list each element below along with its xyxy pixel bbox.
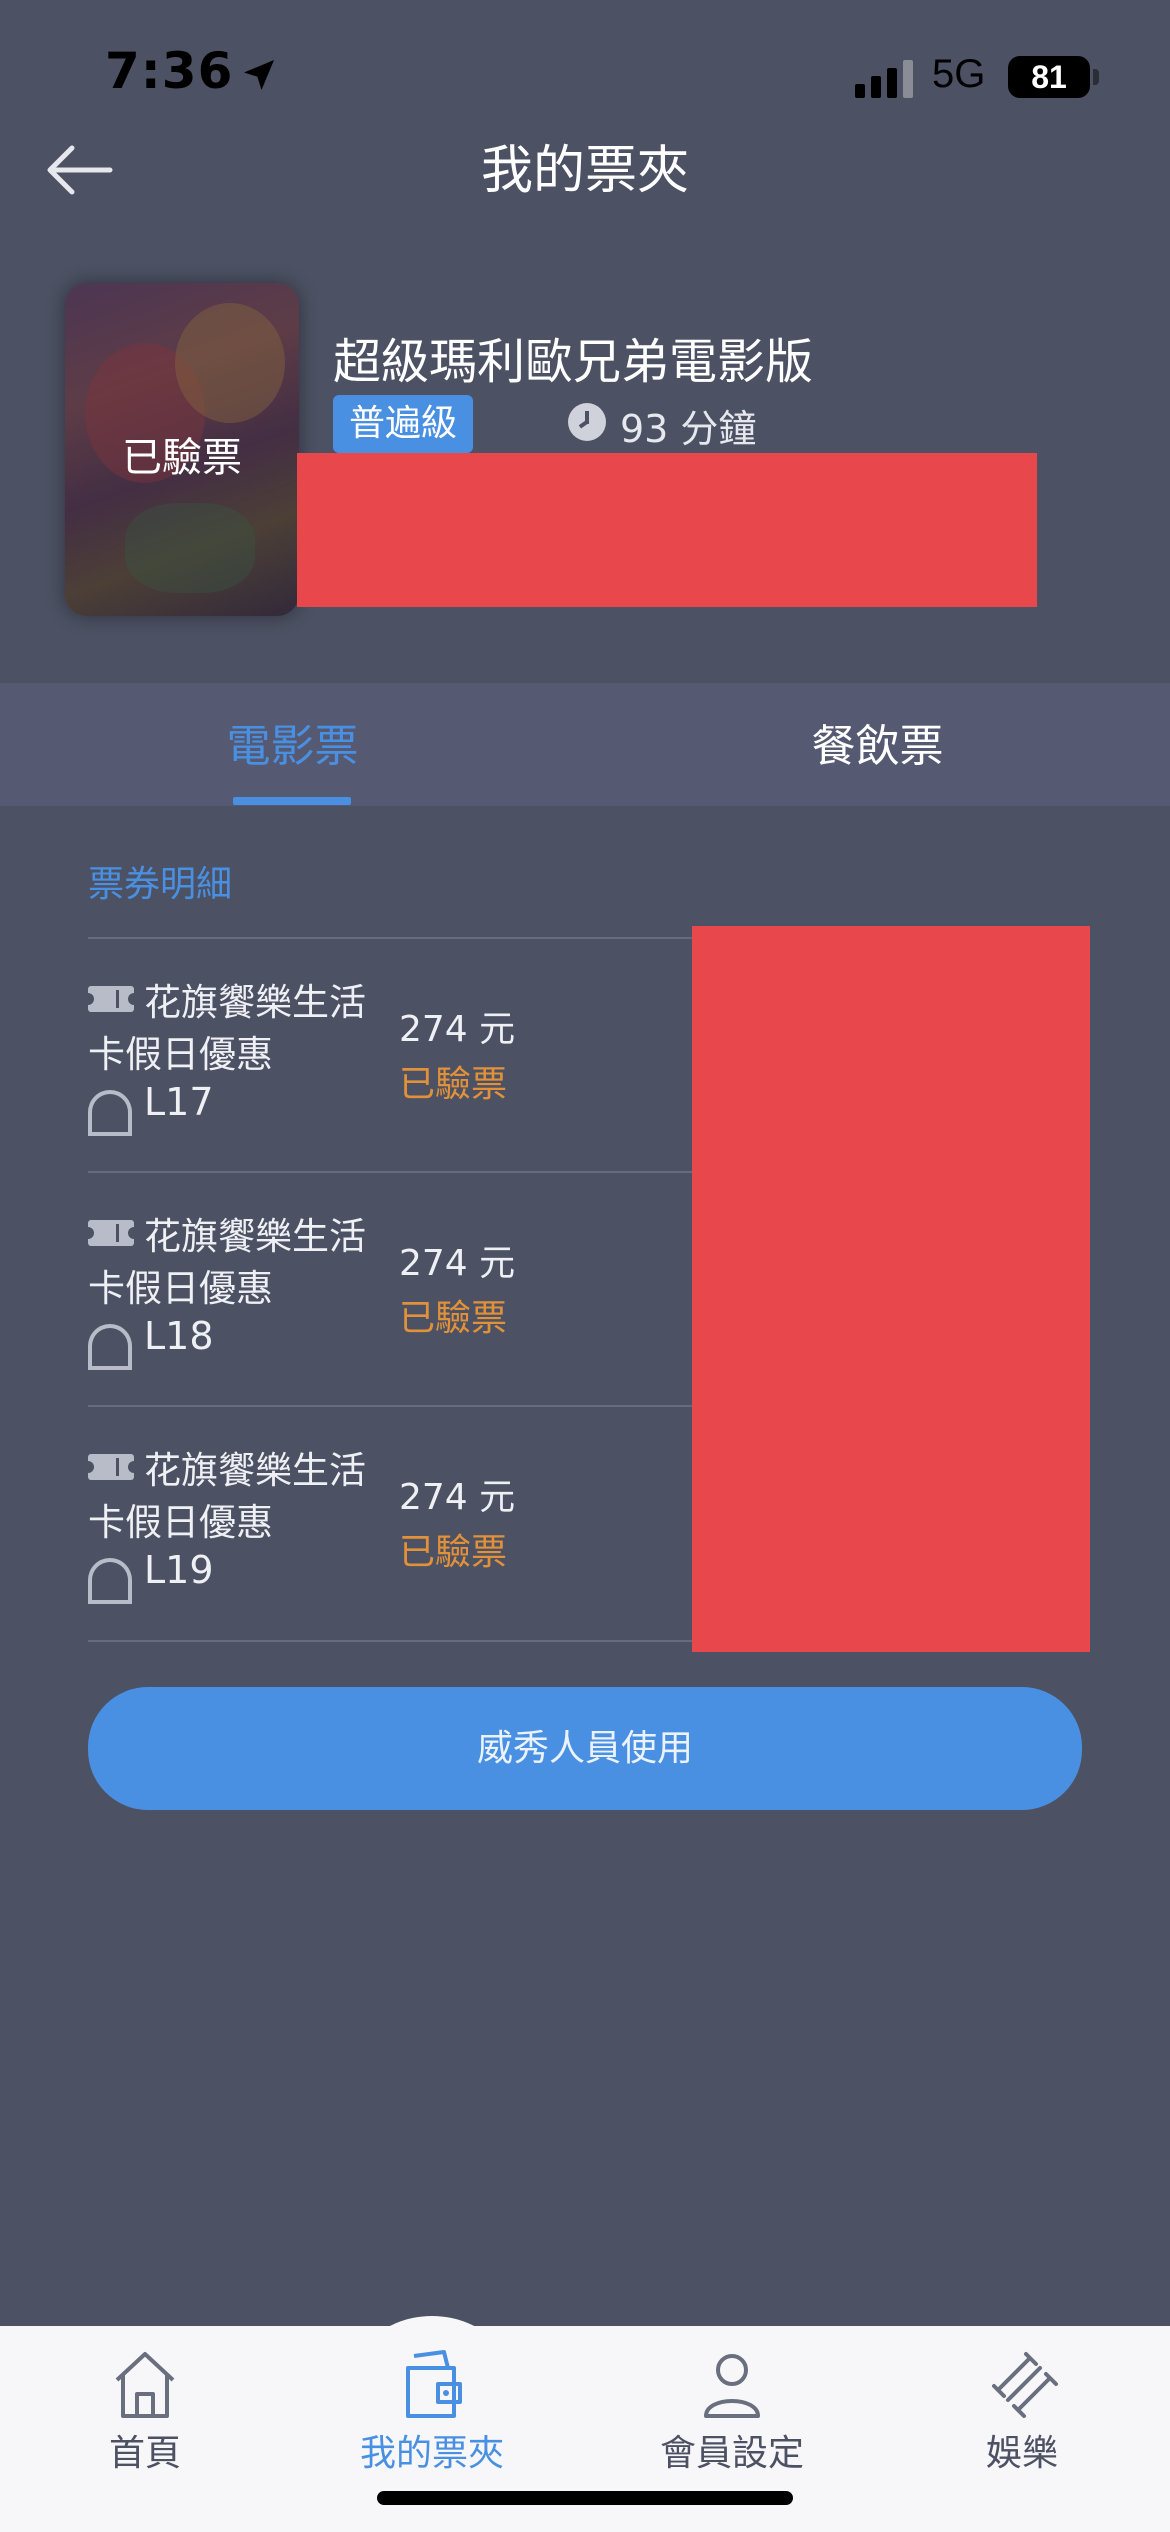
seat-number: L19 [144,1548,214,1592]
signal-icon [855,58,917,98]
seat-icon [88,1324,132,1370]
divider [88,1640,693,1642]
location-arrow-icon [244,59,275,90]
ticket-row[interactable]: 花旗饗樂生活 卡假日優惠 L19 274 元 已驗票 [82,1408,693,1640]
tab-bar: 電影票 餐飲票 [0,683,1170,806]
divider [88,1405,693,1407]
staff-use-button[interactable]: 威秀人員使用 [88,1687,1082,1810]
nav-member-settings[interactable]: 會員設定 [632,2326,832,2476]
home-icon [115,2352,175,2418]
ticket-name-line1: 花旗饗樂生活 [144,1449,366,1492]
active-tab-indicator [233,797,351,805]
redaction-block [692,926,1090,1652]
ticket-status: 已驗票 [399,1532,508,1573]
ticket-status: 已驗票 [399,1298,508,1339]
battery-icon: 81 [1008,56,1090,98]
seat-number: L18 [144,1314,214,1358]
ticket-price: 274 元 [399,1477,516,1518]
section-title: 票券明細 [88,864,233,905]
divider [88,1171,693,1173]
status-time: 7:36 [105,42,279,100]
battery-tip [1093,69,1099,85]
nav-entertainment[interactable]: 娛樂 [922,2326,1122,2476]
rating-badge: 普遍級 [333,395,474,453]
clock-icon [568,403,606,441]
tab-food-tickets[interactable]: 餐飲票 [585,683,1170,806]
wallet-icon [406,2350,462,2418]
nav-label: 我的票夾 [359,2433,504,2474]
ticket-status: 已驗票 [399,1064,508,1105]
network-label: 5G [932,52,986,96]
ticket-icon [82,1454,140,1480]
ticket-name-line2: 卡假日優惠 [88,1501,273,1544]
ticket-name-line1: 花旗饗樂生活 [144,1215,366,1258]
ticket-name-line2: 卡假日優惠 [88,1267,273,1310]
ticket-icon [82,986,140,1012]
page-title: 我的票夾 [480,141,689,201]
divider [88,937,693,939]
movie-title: 超級瑪利歐兄弟電影版 [333,334,814,390]
redaction-block [297,453,1037,607]
poster-status-label: 已驗票 [122,435,242,481]
ticket-name-line1: 花旗饗樂生活 [144,981,366,1024]
nav-label: 娛樂 [985,2433,1058,2474]
ticket-icon [82,1220,140,1246]
seat-number: L17 [144,1080,214,1124]
ticket-name-line2: 卡假日優惠 [88,1033,273,1076]
nav-label: 首頁 [108,2433,181,2474]
ticket-row[interactable]: 花旗饗樂生活 卡假日優惠 L18 274 元 已驗票 [82,1174,693,1406]
user-icon [704,2354,760,2418]
ticket-price: 274 元 [399,1243,516,1284]
nav-home[interactable]: 首頁 [45,2326,245,2476]
tab-movie-tickets[interactable]: 電影票 [0,683,585,806]
entertainment-icon [992,2352,1058,2418]
nav-label: 會員設定 [659,2433,804,2474]
nav-wallet[interactable]: 我的票夾 [332,2326,532,2476]
ticket-price: 274 元 [399,1009,516,1050]
home-indicator [377,2491,793,2505]
movie-duration: 93 分鐘 [620,407,757,451]
ticket-row[interactable]: 花旗饗樂生活 卡假日優惠 L17 274 元 已驗票 [82,940,693,1172]
seat-icon [88,1558,132,1604]
movie-poster[interactable]: 已驗票 [65,283,299,616]
seat-icon [88,1090,132,1136]
